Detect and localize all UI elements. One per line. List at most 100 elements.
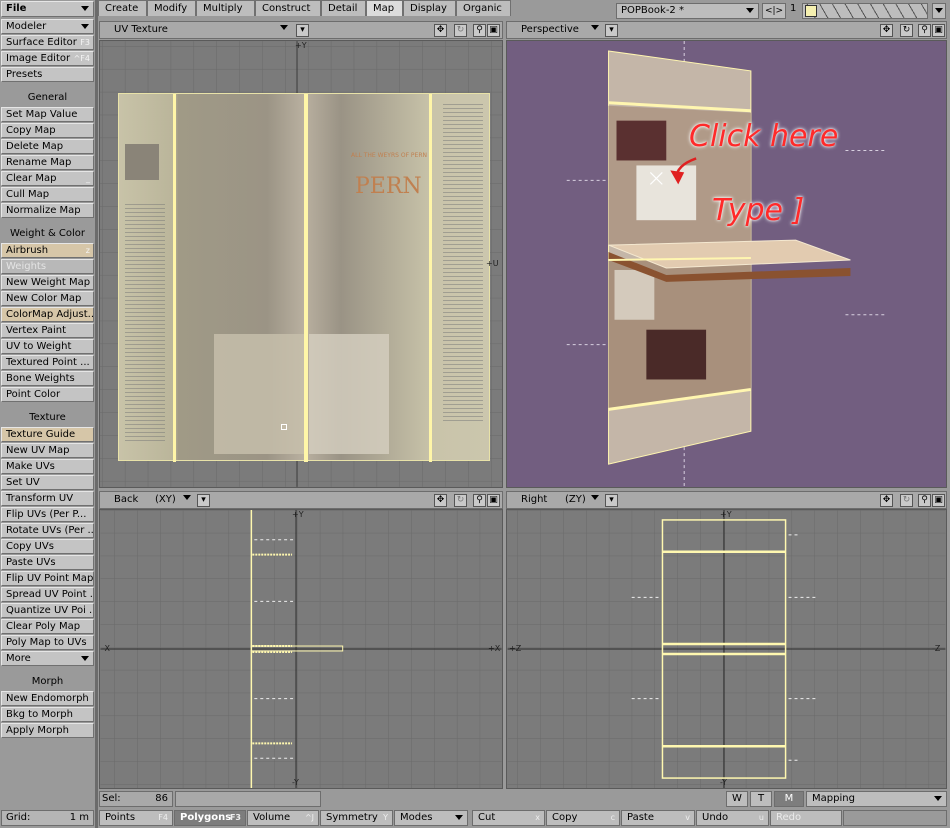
copy-uvs-button[interactable]: Copy UVs: [1, 539, 94, 554]
viewport-menu-button[interactable]: ▾: [605, 494, 618, 507]
new-endomorph-button[interactable]: New Endomorph: [1, 691, 94, 706]
maximize-icon[interactable]: ▣: [932, 494, 945, 507]
polygons-mode-button[interactable]: Polygons F3: [174, 810, 246, 826]
delete-map-button[interactable]: Delete Map: [1, 139, 94, 154]
perspective-viewport[interactable]: Click here Type ]: [506, 40, 947, 488]
airbrush-button[interactable]: Airbrush z: [1, 243, 94, 258]
surface-editor-button[interactable]: Surface Editor F3: [1, 35, 94, 50]
maximize-icon[interactable]: ▣: [487, 494, 500, 507]
symmetry-button[interactable]: Symmetry Y: [320, 810, 393, 826]
tab-create[interactable]: Create: [98, 0, 147, 16]
new-uv-map-button[interactable]: New UV Map: [1, 443, 94, 458]
tab-organic[interactable]: Organic: [456, 0, 511, 16]
viewport-menu-button[interactable]: ▾: [296, 24, 309, 37]
viewport-menu-button[interactable]: ▾: [605, 24, 618, 37]
poly-map-to-uvs-button[interactable]: Poly Map to UVs: [1, 635, 94, 650]
maximize-icon[interactable]: ▣: [487, 24, 500, 37]
texture-guide-button[interactable]: Texture Guide: [1, 427, 94, 442]
set-uv-button[interactable]: Set UV: [1, 475, 94, 490]
texture-map-toggle[interactable]: T: [750, 791, 772, 807]
undo-button[interactable]: Undo u: [696, 810, 769, 826]
layer-prev-next-button[interactable]: <|>: [762, 3, 786, 19]
maximize-icon[interactable]: ▣: [932, 24, 945, 37]
vertex-paint-button[interactable]: Vertex Paint: [1, 323, 94, 338]
zoom-icon[interactable]: ⚲: [918, 494, 931, 507]
new-weight-map-button[interactable]: New Weight Map: [1, 275, 94, 290]
modeler-menu[interactable]: Modeler: [1, 19, 94, 34]
viewport-title[interactable]: Back: [114, 494, 138, 505]
move-view-icon[interactable]: ✥: [880, 494, 893, 507]
object-selector[interactable]: POPBook-2 *: [616, 3, 759, 19]
move-view-icon[interactable]: ✥: [434, 494, 447, 507]
redo-button[interactable]: Redo: [770, 810, 842, 826]
more-menu[interactable]: More: [1, 651, 94, 666]
colormap-adjust-button[interactable]: ColorMap Adjust...: [1, 307, 94, 322]
move-view-icon[interactable]: ✥: [880, 24, 893, 37]
transform-uv-button[interactable]: Transform UV: [1, 491, 94, 506]
viewport-mode[interactable]: (XY): [155, 494, 176, 505]
morph-map-toggle[interactable]: M: [774, 791, 804, 807]
cut-button[interactable]: Cut x: [472, 810, 545, 826]
rename-map-button[interactable]: Rename Map: [1, 155, 94, 170]
tab-display[interactable]: Display: [403, 0, 456, 16]
tab-detail[interactable]: Detail: [321, 0, 366, 16]
normalize-map-button[interactable]: Normalize Map: [1, 203, 94, 218]
viewport-title[interactable]: Right: [521, 494, 547, 505]
modes-menu[interactable]: Modes: [394, 810, 468, 826]
rotate-view-icon[interactable]: ↻: [454, 494, 467, 507]
chevron-down-icon[interactable]: [591, 25, 599, 30]
tab-map[interactable]: Map: [366, 0, 403, 16]
point-color-button[interactable]: Point Color: [1, 387, 94, 402]
uv-viewport[interactable]: PERN ALL THE WEYRS OF PERN +Y +U: [99, 40, 503, 488]
viewport-menu-button[interactable]: ▾: [197, 494, 210, 507]
vertex-map-selector[interactable]: Mapping: [806, 791, 947, 807]
weight-map-toggle[interactable]: W: [726, 791, 748, 807]
layer-bank[interactable]: [802, 3, 928, 19]
rotate-view-icon[interactable]: ↻: [900, 494, 913, 507]
tab-multiply[interactable]: Multiply: [196, 0, 255, 16]
layer-menu-button[interactable]: [932, 3, 946, 19]
tab-construct[interactable]: Construct: [255, 0, 321, 16]
textured-point-button[interactable]: Textured Point ...: [1, 355, 94, 370]
apply-morph-button[interactable]: Apply Morph: [1, 723, 94, 738]
volume-mode-button[interactable]: Volume ^J: [247, 810, 319, 826]
bone-weights-button[interactable]: Bone Weights: [1, 371, 94, 386]
chevron-down-icon[interactable]: [183, 495, 191, 500]
viewport-mode[interactable]: (ZY): [565, 494, 586, 505]
zoom-icon[interactable]: ⚲: [918, 24, 931, 37]
uv-to-weight-button[interactable]: UV to Weight: [1, 339, 94, 354]
viewport-title[interactable]: UV Texture: [114, 24, 168, 35]
rotate-uvs-button[interactable]: Rotate UVs (Per ...: [1, 523, 94, 538]
quantize-uv-button[interactable]: Quantize UV Poi ...: [1, 603, 94, 618]
layer-active[interactable]: [805, 5, 817, 17]
flip-uv-point-map-button[interactable]: Flip UV Point Map: [1, 571, 94, 586]
rotate-view-icon[interactable]: ↻: [900, 24, 913, 37]
flip-uvs-button[interactable]: Flip UVs (Per P...: [1, 507, 94, 522]
move-view-icon[interactable]: ✥: [434, 24, 447, 37]
make-uvs-button[interactable]: Make UVs: [1, 459, 94, 474]
points-mode-button[interactable]: Points F4: [99, 810, 173, 826]
copy-button[interactable]: Copy c: [546, 810, 620, 826]
right-viewport[interactable]: +Y -Y +Z -Z: [506, 509, 947, 789]
bkg-to-morph-button[interactable]: Bkg to Morph: [1, 707, 94, 722]
presets-button[interactable]: Presets: [1, 67, 94, 82]
set-map-value-button[interactable]: Set Map Value: [1, 107, 94, 122]
tab-modify[interactable]: Modify: [147, 0, 196, 16]
back-viewport[interactable]: +Y -Y -X +X: [99, 509, 503, 789]
file-menu[interactable]: File: [1, 1, 94, 17]
zoom-icon[interactable]: ⚲: [473, 24, 486, 37]
viewport-title[interactable]: Perspective: [521, 24, 579, 35]
spread-uv-point-button[interactable]: Spread UV Point ...: [1, 587, 94, 602]
uv-handle[interactable]: [281, 424, 287, 430]
image-editor-button[interactable]: Image Editor ^F4: [1, 51, 94, 66]
chevron-down-icon[interactable]: [280, 25, 288, 30]
paste-uvs-button[interactable]: Paste UVs: [1, 555, 94, 570]
zoom-icon[interactable]: ⚲: [473, 494, 486, 507]
rotate-view-icon[interactable]: ↻: [454, 24, 467, 37]
copy-map-button[interactable]: Copy Map: [1, 123, 94, 138]
clear-map-button[interactable]: Clear Map _: [1, 171, 94, 186]
weights-button[interactable]: Weights: [1, 259, 94, 274]
clear-poly-map-button[interactable]: Clear Poly Map: [1, 619, 94, 634]
paste-button[interactable]: Paste v: [621, 810, 695, 826]
new-color-map-button[interactable]: New Color Map: [1, 291, 94, 306]
